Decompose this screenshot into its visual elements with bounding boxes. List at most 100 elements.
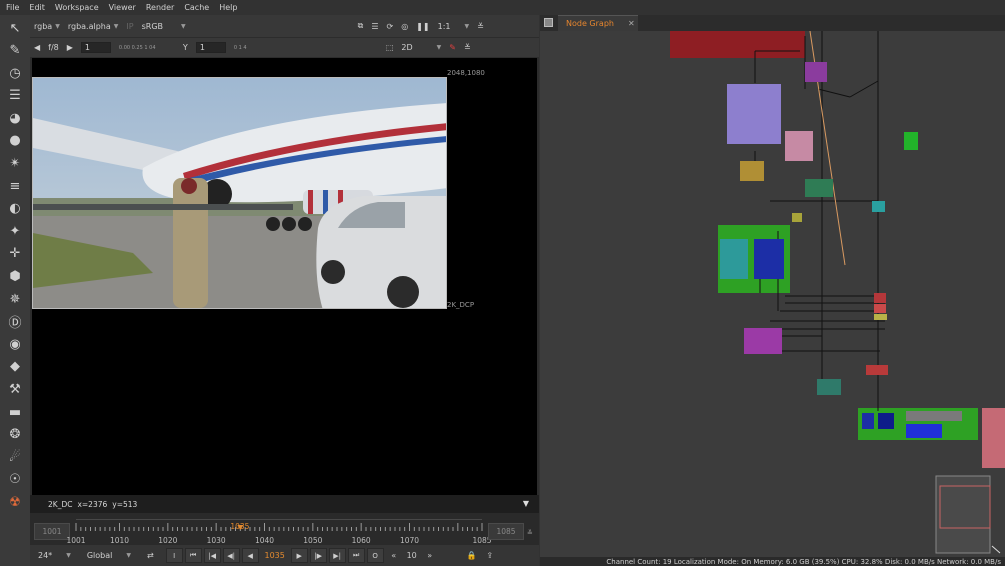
node[interactable] <box>805 62 827 82</box>
node[interactable] <box>740 161 764 181</box>
sphere-icon[interactable]: ● <box>4 130 26 152</box>
node[interactable] <box>866 365 888 375</box>
panel-menu-icon[interactable] <box>544 18 553 27</box>
zoom-select[interactable]: 1:1 ▼ <box>438 22 470 31</box>
node[interactable] <box>792 213 802 222</box>
node[interactable] <box>906 424 942 438</box>
lock-icon[interactable]: 🔒 <box>464 548 480 563</box>
menu-edit[interactable]: Edit <box>29 3 45 12</box>
roi-select-icon[interactable]: ⬚ <box>386 43 394 52</box>
increment-input[interactable]: 10 <box>404 548 420 563</box>
node[interactable] <box>874 304 886 313</box>
jump-back-icon[interactable]: « <box>386 548 402 563</box>
out-button[interactable]: O <box>366 548 384 563</box>
node[interactable] <box>817 379 841 395</box>
refresh-icon[interactable]: ⟳ <box>387 22 394 31</box>
navigator-resize-icon[interactable] <box>991 545 1001 554</box>
node[interactable] <box>872 201 885 212</box>
particles-icon[interactable]: ✵ <box>4 288 26 310</box>
menu-workspace[interactable]: Workspace <box>55 3 99 12</box>
views-icon[interactable]: ◉ <box>4 333 26 355</box>
jump-forward-icon[interactable]: » <box>422 548 438 563</box>
menu-file[interactable]: File <box>6 3 19 12</box>
filter-icon[interactable]: ✴ <box>4 153 26 175</box>
ocula-icon[interactable]: ☉ <box>4 469 26 491</box>
plugin-icon[interactable]: ☄ <box>4 446 26 468</box>
channel-select[interactable]: rgba.alpha ▼ <box>68 22 119 31</box>
navigator-minimap[interactable] <box>935 475 991 554</box>
timeline-menu-icon[interactable]: ≚ <box>527 529 533 537</box>
colorspace-select[interactable]: sRGB ▼ <box>142 22 186 31</box>
view-mode-select[interactable]: 2D ▼ <box>401 43 441 52</box>
next-frame-button[interactable]: |▶ <box>309 548 327 563</box>
paint-brush-icon[interactable]: ✎ <box>4 40 26 62</box>
prev-frame-button[interactable]: ◀| <box>222 548 240 563</box>
viewer-viewport[interactable]: 2048,1080 2K_DCP <box>32 58 537 495</box>
nuke-logo-icon[interactable]: ☢ <box>4 491 26 513</box>
node[interactable] <box>878 413 894 429</box>
next-keyframe-button[interactable]: ▶| <box>328 548 346 563</box>
export-icon[interactable]: ⇪ <box>482 548 498 563</box>
viewer-menu-icon[interactable]: ≚ <box>477 22 484 31</box>
node[interactable] <box>906 411 962 421</box>
current-frame-input[interactable]: 1035 <box>261 548 289 563</box>
deep-icon[interactable]: Ⓓ <box>4 311 26 333</box>
node[interactable] <box>805 179 833 197</box>
timeline-in-point[interactable]: 1001 <box>34 523 70 540</box>
play-backward-button[interactable]: ◀ <box>241 548 259 563</box>
other-icon[interactable]: ▬ <box>4 401 26 423</box>
viewer-second-menu-icon[interactable]: ≚ <box>464 43 471 52</box>
menu-help[interactable]: Help <box>219 3 237 12</box>
fstop-arrow-icon[interactable]: ◀ <box>34 43 40 52</box>
keyer-icon[interactable]: ◐ <box>4 198 26 220</box>
node[interactable] <box>874 314 887 320</box>
node[interactable] <box>744 328 782 354</box>
furnace-icon[interactable]: ❂ <box>4 424 26 446</box>
wipe-icon[interactable]: ⧉ <box>358 21 364 31</box>
fstop-arrow-right-icon[interactable]: ▶ <box>67 43 73 52</box>
in-button[interactable]: I <box>165 548 183 563</box>
color-picker-icon[interactable]: ✎ <box>449 43 456 52</box>
gain-slider[interactable]: 0.00 0.25 1 04 <box>119 45 175 51</box>
node[interactable] <box>904 132 918 150</box>
node[interactable] <box>785 131 813 161</box>
pause-icon[interactable]: ❚❚ <box>416 22 429 31</box>
layer-select[interactable]: rgba ▼ <box>34 22 60 31</box>
node[interactable] <box>874 293 886 303</box>
transform-icon[interactable]: ✛ <box>4 243 26 265</box>
3d-cube-icon[interactable]: ⬢ <box>4 266 26 288</box>
playback-mode-icon[interactable]: ⇄ <box>143 548 158 563</box>
first-frame-button[interactable]: ⏮ <box>184 548 202 563</box>
node[interactable] <box>754 239 784 279</box>
clock-icon[interactable]: ◷ <box>4 62 26 84</box>
menu-viewer[interactable]: Viewer <box>109 3 136 12</box>
metadata-icon[interactable]: ◆ <box>4 356 26 378</box>
timeline-ruler[interactable]: 1035 1001 1010 1020 1030 1040 1050 1060 1070 108… <box>66 518 492 545</box>
tab-node-graph[interactable]: Node Graph ✕ <box>558 15 638 31</box>
prev-keyframe-button[interactable]: |◀ <box>203 548 221 563</box>
gamma-slider[interactable]: 0 1 4 <box>234 45 314 51</box>
node[interactable] <box>862 413 874 429</box>
roi-icon[interactable]: ◎ <box>401 22 408 31</box>
proxy-icon[interactable]: ☰ <box>371 22 378 31</box>
scope-select[interactable]: Global ▼ <box>83 548 135 563</box>
layers-icon[interactable]: ≡ <box>4 175 26 197</box>
menu-cache[interactable]: Cache <box>184 3 209 12</box>
node-graph-canvas[interactable] <box>540 30 1005 557</box>
info-expand-icon[interactable]: ▼ <box>523 499 529 508</box>
pointer-icon[interactable]: ↖ <box>4 17 26 39</box>
gain-input[interactable]: 1 <box>80 42 111 53</box>
ip-button[interactable]: IP <box>126 22 133 31</box>
toolsets-icon[interactable]: ⚒ <box>4 379 26 401</box>
color-wheel-icon[interactable]: ◕ <box>4 107 26 129</box>
merge-icon[interactable]: ✦ <box>4 220 26 242</box>
timeline-out-point[interactable]: 1085 <box>488 523 524 540</box>
gamma-input[interactable]: 1 <box>195 42 226 53</box>
play-forward-button[interactable]: ▶ <box>290 548 308 563</box>
fps-select[interactable]: 24* ▼ <box>34 548 75 563</box>
last-frame-button[interactable]: ⏭ <box>347 548 365 563</box>
channel-icon[interactable]: ☰ <box>4 85 26 107</box>
close-tab-icon[interactable]: ✕ <box>628 19 635 28</box>
menu-render[interactable]: Render <box>146 3 174 12</box>
node[interactable] <box>720 239 748 279</box>
